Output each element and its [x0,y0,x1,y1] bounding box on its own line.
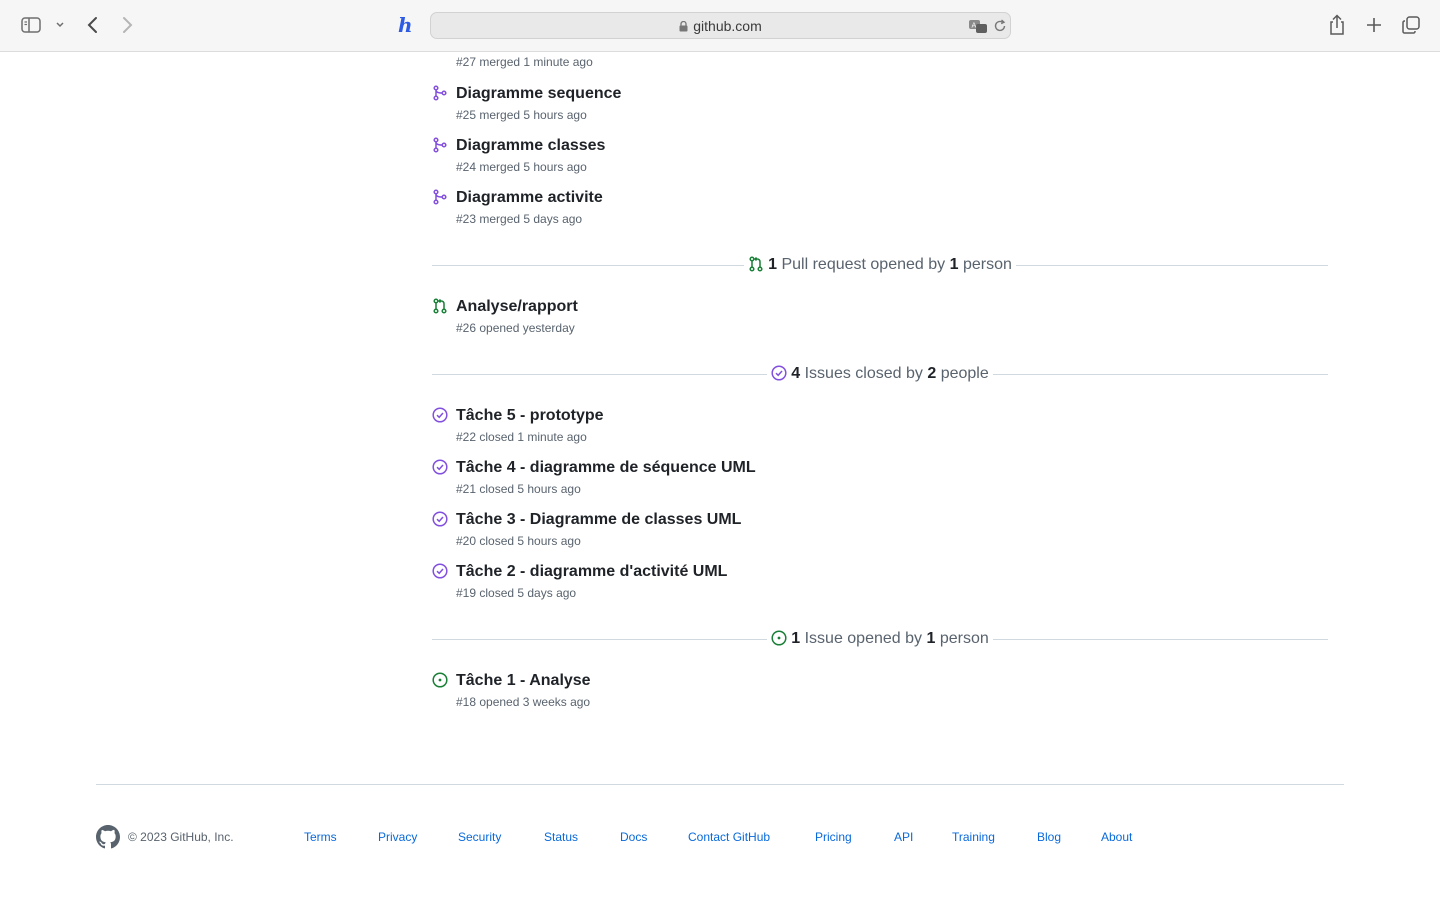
svg-text:A: A [972,22,977,30]
back-arrow-icon[interactable] [84,15,100,35]
issue-closed-icon [432,563,448,579]
item-meta: #18 opened 3 weeks ago [456,695,591,709]
footer: © 2023 GitHub, Inc. Terms Privacy Securi… [96,825,1344,849]
footer-link-pricing[interactable]: Pricing [815,830,852,844]
extension-icon[interactable]: h [395,14,417,36]
list-item: Analyse/rapport #26 opened yesterday [432,297,1232,337]
footer-link-terms[interactable]: Terms [304,830,337,844]
sidebar-toggle-icon[interactable] [20,16,42,34]
item-title-link[interactable]: Analyse/rapport [456,297,578,317]
count: 1 [768,256,778,273]
issue-closed-icon [432,511,448,527]
issue-closed-icon [432,407,448,423]
issue-opened-icon [771,630,787,646]
list-item: Diagramme activite #23 merged 5 days ago [432,188,1232,228]
item-title-link[interactable]: Diagramme activite [456,188,603,208]
address-bar[interactable]: github.com A [430,12,1011,39]
lock-icon [679,19,688,35]
issue-closed-icon [771,365,787,381]
divider-text: Pull request opened by [781,256,946,273]
divider-text: person [939,630,989,647]
section-divider-issues-opened: 1 Issue opened by 1 person [432,628,1328,650]
item-title-link[interactable]: Tâche 3 - Diagramme de classes UML [456,510,741,530]
item-title-link[interactable]: Tâche 1 - Analyse [456,671,591,691]
divider-text: Issues closed by [804,365,923,382]
merged-icon [432,137,448,153]
pull-request-icon [432,298,448,314]
footer-link-training[interactable]: Training [952,830,995,844]
item-meta: #22 closed 1 minute ago [456,430,587,444]
copyright-text: © 2023 GitHub, Inc. [128,830,234,844]
list-item: Diagramme classes #24 merged 5 hours ago [432,136,1232,176]
item-meta: #25 merged 5 hours ago [456,108,587,122]
browser-toolbar: h github.com A [0,0,1440,52]
people-count: 1 [926,630,936,647]
list-item: Tâche 4 - diagramme de séquence UML #21 … [432,458,1232,498]
divider-text: people [940,365,989,382]
item-meta: #21 closed 5 hours ago [456,482,581,496]
github-logo-icon[interactable] [96,825,120,854]
forward-arrow-icon[interactable] [120,15,136,35]
item-meta: #26 opened yesterday [456,321,575,335]
reload-icon[interactable] [993,19,1007,38]
issue-closed-icon [432,459,448,475]
list-item: Tâche 2 - diagramme d'activité UML #19 c… [432,562,1232,602]
translate-icon[interactable]: A [968,18,988,39]
section-divider-issues-closed: 4 Issues closed by 2 people [432,363,1328,385]
footer-link-docs[interactable]: Docs [620,830,647,844]
list-item: Diagramme sequence #25 merged 5 hours ag… [432,84,1232,124]
item-meta: #23 merged 5 days ago [456,212,583,226]
item-title-link[interactable]: Tâche 2 - diagramme d'activité UML [456,562,727,582]
merged-icon [432,85,448,101]
pull-request-icon [749,256,763,272]
list-item: Tâche 3 - Diagramme de classes UML #20 c… [432,510,1232,550]
new-tab-icon[interactable] [1364,15,1384,35]
item-meta: #27 merged 1 minute ago [456,55,593,69]
count: 4 [791,365,801,382]
list-item: Tâche 5 - prototype #22 closed 1 minute … [432,406,1232,446]
item-meta: #19 closed 5 days ago [456,586,577,600]
section-divider-pr-opened: 1 Pull request opened by 1 person [432,254,1328,276]
tab-overview-icon[interactable] [1401,15,1421,35]
issue-opened-icon [432,672,448,688]
chevron-down-icon[interactable] [54,19,66,31]
item-title-link[interactable]: Tâche 4 - diagramme de séquence UML [456,458,756,478]
divider-text: Issue opened by [804,630,923,647]
url-text: github.com [693,18,762,34]
people-count: 1 [949,256,959,273]
count: 1 [791,630,801,647]
item-title-link[interactable]: Diagramme sequence [456,84,621,104]
svg-text:h: h [398,14,413,36]
people-count: 2 [927,365,937,382]
item-title-link[interactable]: Diagramme classes [456,136,605,156]
footer-link-privacy[interactable]: Privacy [378,830,417,844]
share-icon[interactable] [1327,13,1347,37]
item-meta: #20 closed 5 hours ago [456,534,581,548]
divider-text: person [962,256,1012,273]
footer-divider [96,784,1344,785]
footer-link-api[interactable]: API [894,830,913,844]
footer-link-contact[interactable]: Contact GitHub [688,830,770,844]
merged-icon [432,189,448,205]
list-item: Tâche 1 - Analyse #18 opened 3 weeks ago [432,671,1232,711]
footer-link-security[interactable]: Security [458,830,501,844]
item-meta: #24 merged 5 hours ago [456,160,587,174]
footer-link-about[interactable]: About [1101,830,1132,844]
pulse-content: #27 merged 1 minute ago Diagramme sequen… [0,53,1440,900]
footer-link-status[interactable]: Status [544,830,578,844]
item-title-link[interactable]: Tâche 5 - prototype [456,406,604,426]
footer-link-blog[interactable]: Blog [1037,830,1061,844]
